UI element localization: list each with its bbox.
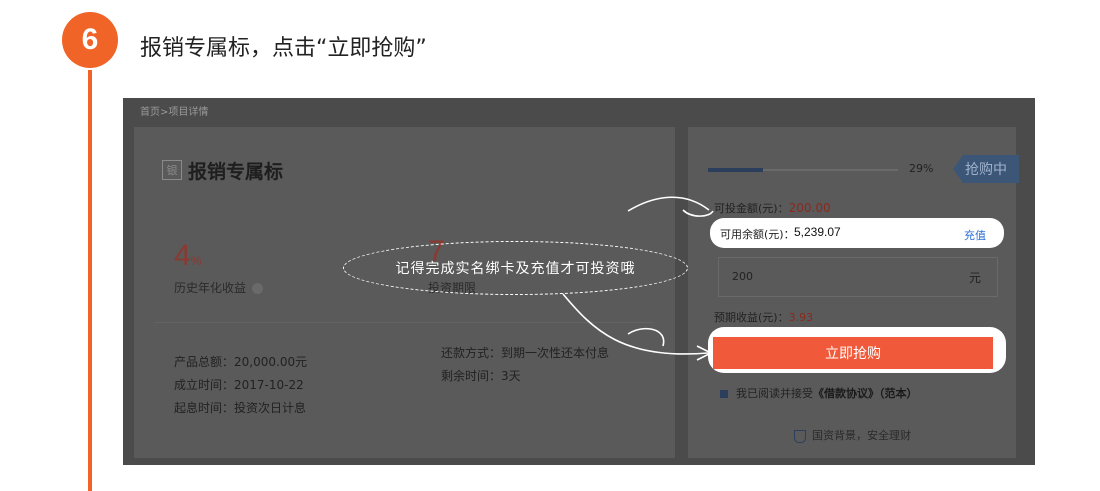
step-title: 报销专属标，点击“立即抢购”: [140, 36, 427, 61]
amount-input-value: 200: [732, 270, 753, 283]
annotation-bubble: 记得完成实名绑卡及充值才可投资哦: [343, 241, 688, 295]
detail-total: 产品总额：20,000.00元: [174, 353, 307, 370]
detail-interest-start-value: 投资次日计息: [234, 401, 307, 415]
step-timeline-line: [88, 70, 92, 491]
step-number-badge: 6: [62, 12, 118, 68]
status-badge: 抢购中: [953, 155, 1019, 183]
progress-bar-fill: [708, 168, 764, 172]
recharge-link[interactable]: 充值: [964, 227, 986, 243]
investable-value: 200.00: [788, 201, 831, 215]
agreement-link[interactable]: 《借款协议》（范本）: [813, 387, 918, 400]
divider: [154, 322, 654, 323]
agreement-row: 我已阅读并接受《借款协议》（范本）: [720, 385, 918, 401]
product-title: 报销专属标: [188, 161, 284, 183]
detail-established-value: 2017-10-22: [234, 378, 304, 392]
bank-icon: 银: [162, 160, 182, 180]
agreement-text: 我已阅读并接受: [736, 387, 813, 400]
detail-established-label: 成立时间：: [174, 378, 235, 392]
detail-established: 成立时间：2017-10-22: [174, 376, 304, 393]
investable-label: 可投金额(元)：: [714, 202, 789, 215]
expected-label: 预期收益(元)：: [714, 311, 789, 324]
agreement-checkbox[interactable]: [720, 390, 728, 398]
balance-label: 可用余额(元)：: [720, 228, 795, 241]
expected-earnings: 预期收益(元)：3.93: [714, 309, 813, 325]
info-icon[interactable]: [252, 283, 264, 294]
amount-input[interactable]: 200 元: [718, 257, 998, 297]
amount-unit: 元: [968, 271, 981, 285]
annual-rate-value: 4: [174, 239, 191, 272]
annual-rate-unit: %: [190, 254, 202, 268]
repay-method-value: 到期一次性还本付息: [501, 346, 610, 360]
breadcrumb[interactable]: 首页>项目详情: [140, 103, 208, 118]
product-info-panel: 银 报销专属标 4% 历史年化收益 7 投资期限 产品总额：20,000.00元…: [134, 127, 675, 458]
investable-amount: 可投金额(元)：200.00: [714, 200, 831, 216]
safety-text: 国资背景，安全理财: [812, 429, 911, 442]
repay-method: 还款方式：到期一次性还本付息: [441, 344, 609, 361]
safety-note: 国资背景，安全理财: [794, 427, 911, 443]
annual-rate-label-text: 历史年化收益: [174, 281, 247, 295]
expected-value: 3.93: [788, 311, 814, 324]
balance-value: 5,239.07: [794, 225, 841, 239]
purchase-panel: 29% 抢购中 可投金额(元)：200.00 可用余额(元)： 5,239.07…: [688, 127, 1019, 458]
remaining-time-label: 剩余时间：: [441, 369, 502, 383]
annual-rate-label: 历史年化收益: [174, 279, 264, 296]
repay-method-label: 还款方式：: [441, 346, 502, 360]
screenshot-panel: 首页>项目详情 银 报销专属标 4% 历史年化收益 7 投资期限 产品总额：20…: [123, 98, 1035, 465]
shield-icon: [794, 429, 806, 443]
status-badge-label: 抢购中: [965, 162, 1007, 178]
balance-highlight: 可用余额(元)： 5,239.07 充值: [710, 218, 1004, 248]
progress-bar: [708, 168, 898, 172]
buy-highlight: 立即抢购: [708, 327, 1006, 373]
detail-total-label: 产品总额：: [174, 355, 235, 369]
annual-rate: 4%: [174, 239, 201, 273]
detail-interest-start-label: 起息时间：: [174, 401, 235, 415]
remaining-time: 剩余时间：3天: [441, 367, 521, 384]
detail-total-value: 20,000.00元: [234, 355, 308, 369]
remaining-time-value: 3天: [501, 369, 521, 383]
progress-percent: 29%: [909, 162, 934, 175]
buy-now-button[interactable]: 立即抢购: [713, 337, 993, 369]
detail-interest-start: 起息时间：投资次日计息: [174, 399, 306, 416]
